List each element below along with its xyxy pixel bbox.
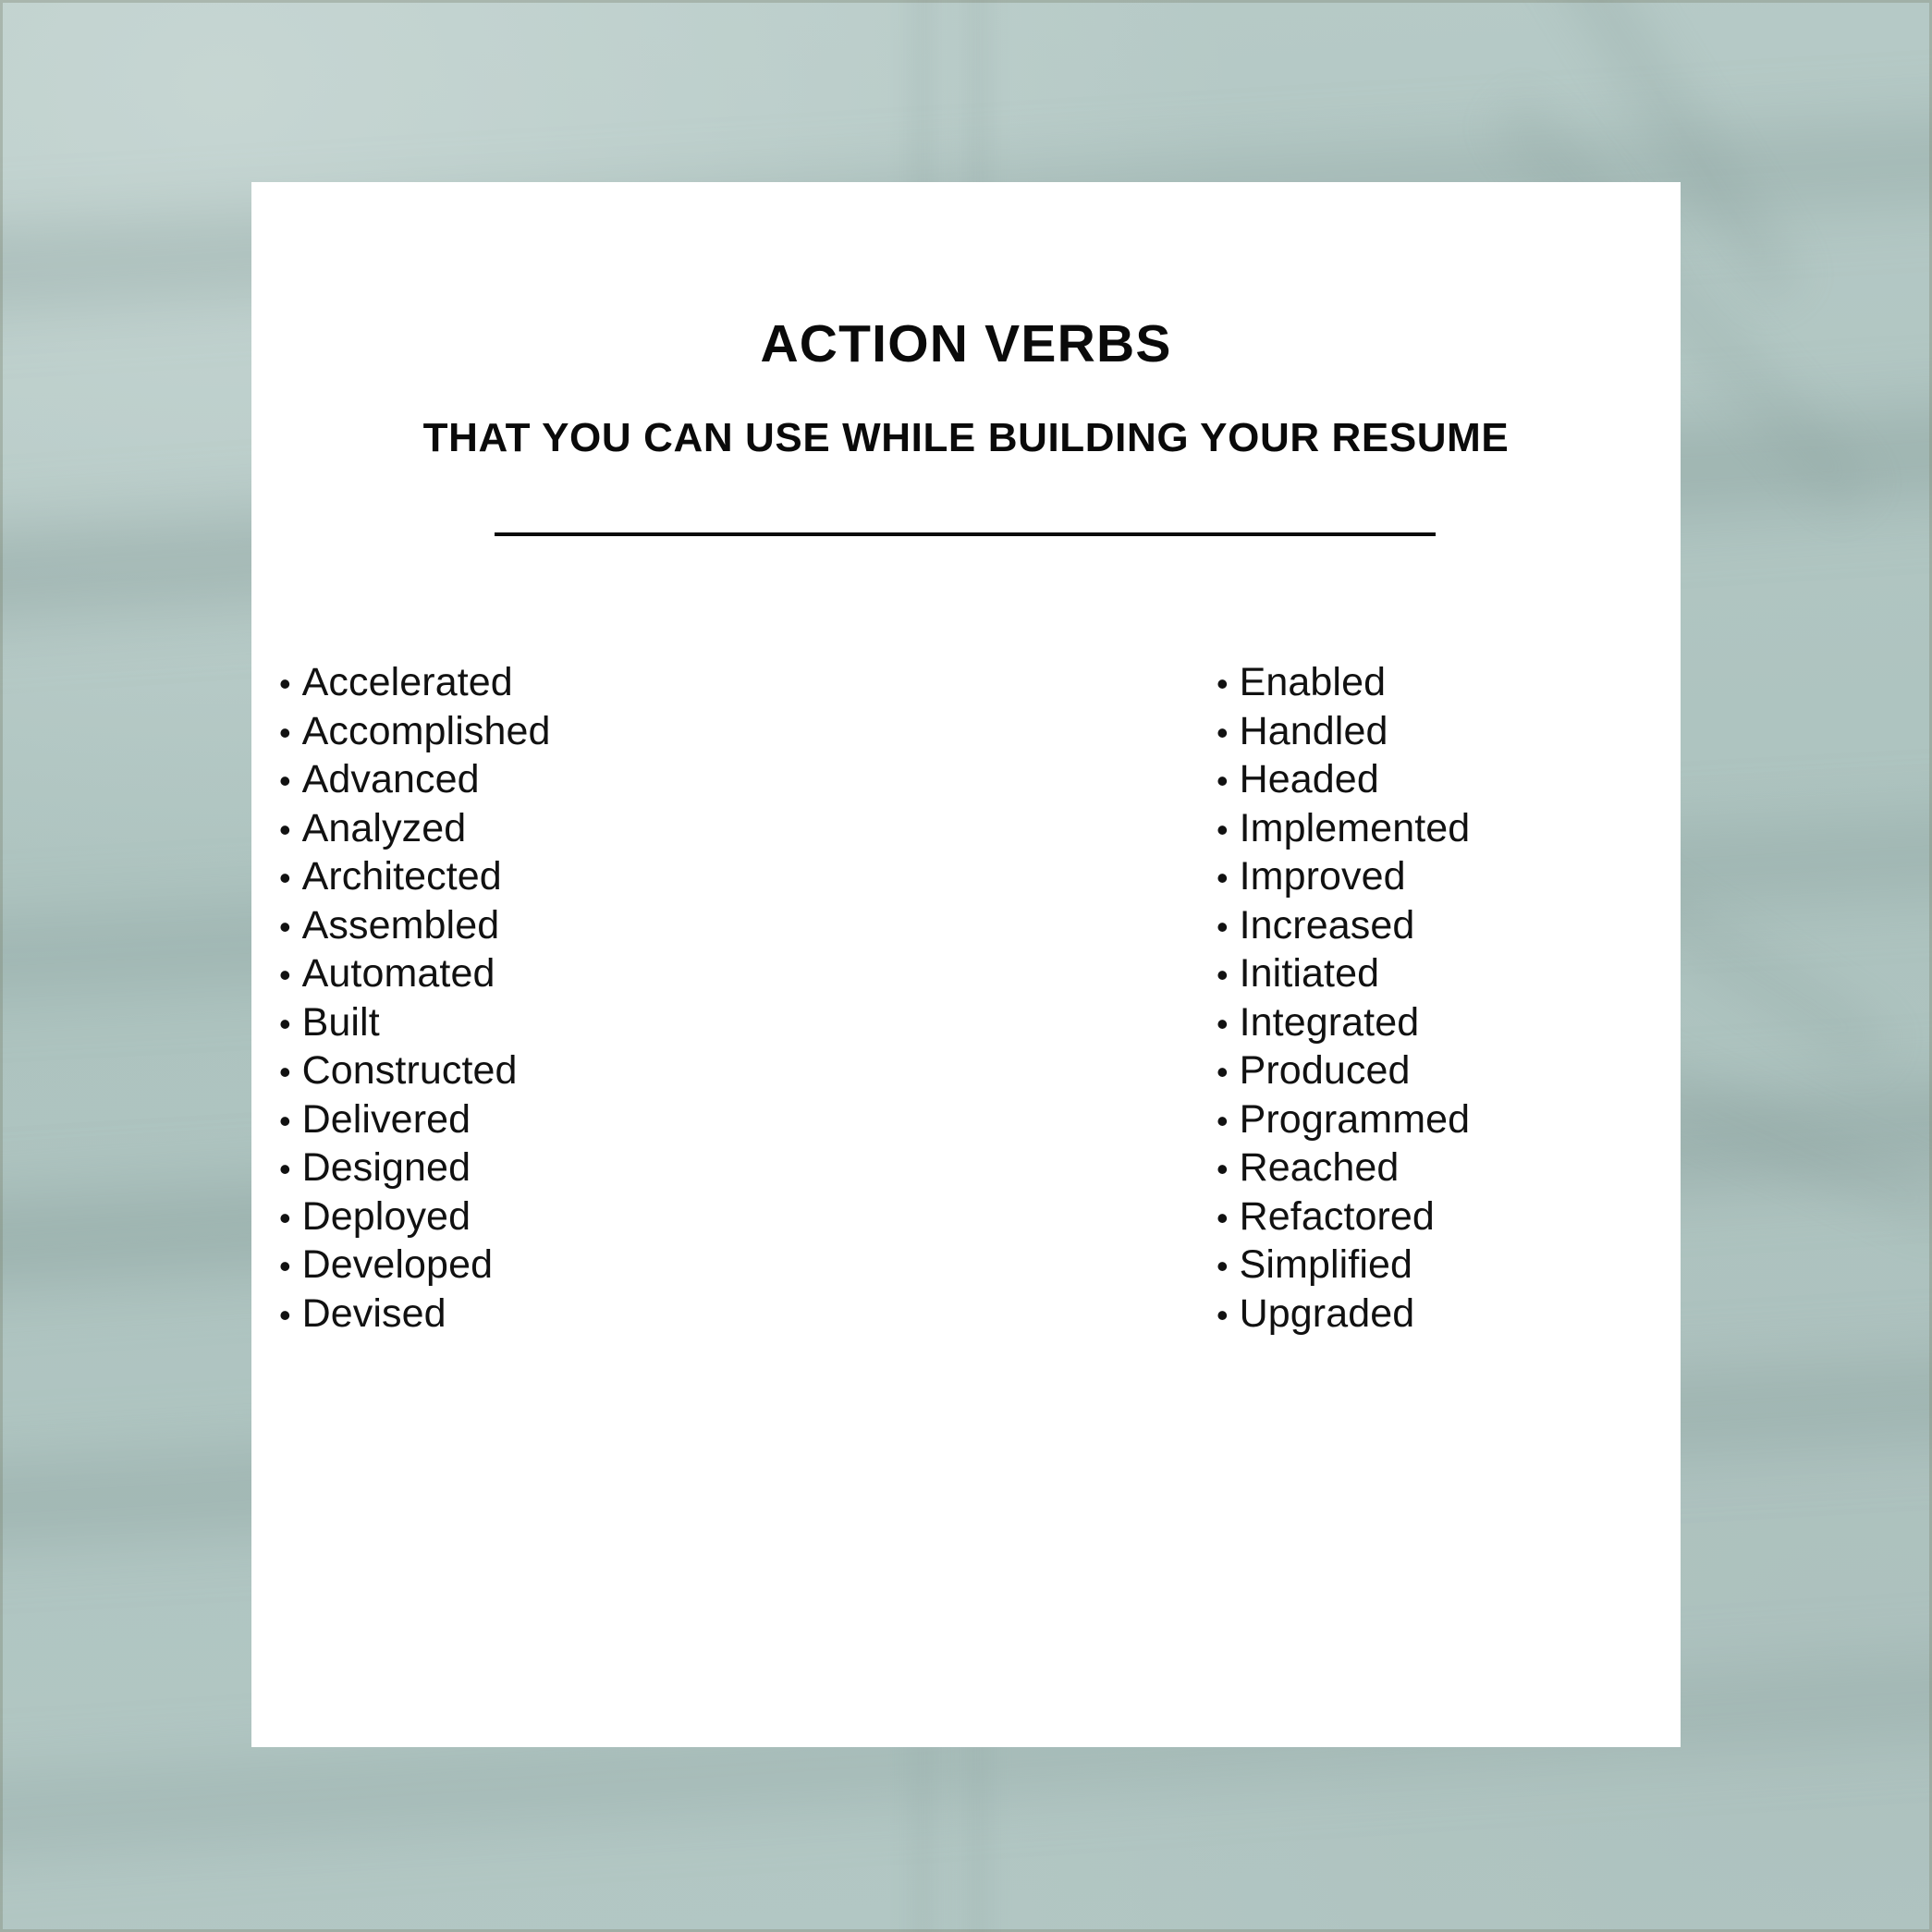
- verb-label: Simplified: [1239, 1242, 1413, 1287]
- verb-column-left: • Accelerated • Accomplished • Advanced • Analy…: [251, 659, 843, 1339]
- verb-label: Delivered: [301, 1096, 471, 1142]
- list-item: • Delivered: [279, 1096, 843, 1145]
- list-item: • Integrated: [1217, 999, 1435, 1048]
- verb-label: Automated: [301, 951, 495, 996]
- list-item: • Designed: [279, 1144, 843, 1193]
- list-item: • Headed: [1217, 756, 1435, 805]
- bullet-icon: •: [279, 859, 291, 897]
- bullet-icon: •: [279, 1053, 291, 1091]
- bullet-icon: •: [1217, 1101, 1229, 1140]
- verb-label: Devised: [301, 1290, 446, 1336]
- verb-label: Deployed: [301, 1193, 471, 1239]
- verb-label: Constructed: [301, 1048, 518, 1093]
- list-item: • Built: [279, 999, 843, 1048]
- bullet-icon: •: [1217, 1198, 1229, 1237]
- bullet-icon: •: [1217, 1150, 1229, 1188]
- verb-label: Programmed: [1239, 1096, 1471, 1142]
- verb-label: Implemented: [1239, 805, 1471, 850]
- list-item: • Assembled: [279, 902, 843, 951]
- list-item: • Refactored: [1217, 1193, 1435, 1242]
- list-item: • Programmed: [1217, 1096, 1470, 1145]
- verb-label: Assembled: [301, 902, 500, 948]
- bullet-icon: •: [279, 810, 291, 849]
- bullet-icon: •: [279, 1004, 291, 1043]
- bullet-icon: •: [279, 762, 291, 800]
- content-card: ACTION VERBS THAT YOU CAN USE WHILE BUIL…: [251, 182, 1681, 1747]
- bullet-icon: •: [1217, 713, 1229, 752]
- verb-label: Improved: [1239, 854, 1406, 899]
- list-item: • Initiated: [1217, 950, 1435, 999]
- list-item: • Developed: [279, 1241, 843, 1290]
- verb-label: Upgraded: [1239, 1290, 1415, 1336]
- verb-label: Produced: [1239, 1048, 1411, 1093]
- list-item: • Improved: [1217, 853, 1435, 902]
- verb-label: Accelerated: [301, 660, 513, 704]
- verb-list-right: • Enabled • Handled • Headed • Implemented • Impr…: [1217, 659, 1470, 1339]
- list-item: • Advanced: [279, 756, 843, 805]
- verb-label: Increased: [1239, 902, 1415, 948]
- verb-label: Advanced: [301, 757, 480, 801]
- list-item: • Simplified: [1217, 1241, 1435, 1290]
- verb-label: Designed: [301, 1145, 471, 1190]
- card-inner: ACTION VERBS THAT YOU CAN USE WHILE BUIL…: [251, 182, 1681, 1747]
- bullet-icon: •: [1217, 1053, 1229, 1091]
- list-item: • Architected: [279, 853, 843, 902]
- bullet-icon: •: [1217, 810, 1229, 849]
- list-item: • Enabled: [1217, 659, 1435, 708]
- list-item: • Accomplished: [279, 708, 843, 757]
- list-item: • Implemented: [1217, 805, 1470, 854]
- bullet-icon: •: [1217, 1295, 1229, 1334]
- verb-label: Initiated: [1239, 951, 1380, 996]
- bullet-icon: •: [279, 665, 291, 703]
- verb-label: Reached: [1239, 1145, 1400, 1190]
- verb-label: Analyzed: [301, 805, 467, 850]
- bullet-icon: •: [279, 1101, 291, 1140]
- list-item: • Automated: [279, 950, 843, 999]
- list-item: • Produced: [1217, 1047, 1435, 1096]
- list-item: • Analyzed: [279, 805, 843, 854]
- bullet-icon: •: [279, 1198, 291, 1237]
- list-item: • Upgraded: [1217, 1290, 1435, 1339]
- bullet-icon: •: [1217, 907, 1229, 946]
- list-item: • Constructed: [279, 1047, 843, 1096]
- bullet-icon: •: [1217, 665, 1229, 703]
- list-item: • Deployed: [279, 1193, 843, 1242]
- verb-label: Headed: [1239, 757, 1379, 801]
- header-divider: [495, 532, 1436, 536]
- bullet-icon: •: [1217, 1004, 1229, 1043]
- bullet-icon: •: [1217, 859, 1229, 897]
- verb-label: Accomplished: [301, 708, 551, 753]
- verb-label: Developed: [301, 1242, 494, 1287]
- list-item: • Devised: [279, 1290, 843, 1339]
- verb-list-left: • Accelerated • Accomplished • Advanced • Analy…: [279, 659, 843, 1339]
- list-item: • Reached: [1217, 1144, 1435, 1193]
- bullet-icon: •: [279, 907, 291, 946]
- list-item: • Accelerated: [279, 659, 843, 708]
- verb-label: Enabled: [1239, 660, 1387, 704]
- bullet-icon: •: [279, 1295, 291, 1334]
- bullet-icon: •: [1217, 1247, 1229, 1285]
- bullet-icon: •: [1217, 956, 1229, 994]
- verb-label: Integrated: [1239, 999, 1420, 1045]
- bullet-icon: •: [1217, 762, 1229, 800]
- verb-label: Handled: [1239, 708, 1388, 753]
- verb-columns: • Accelerated • Accomplished • Advanced • Analy…: [251, 659, 1681, 1339]
- bullet-icon: •: [279, 956, 291, 994]
- bullet-icon: •: [279, 1150, 291, 1188]
- page-title: ACTION VERBS: [760, 314, 1172, 373]
- bullet-icon: •: [279, 1247, 291, 1285]
- list-item: • Handled: [1217, 708, 1435, 757]
- verb-column-right: • Enabled • Handled • Headed • Implemented • Impr…: [843, 659, 1470, 1339]
- page-subtitle: THAT YOU CAN USE WHILE BUILDING YOUR RES…: [422, 415, 1510, 460]
- list-item: • Increased: [1217, 902, 1435, 951]
- verb-label: Refactored: [1239, 1193, 1435, 1239]
- bullet-icon: •: [279, 713, 291, 752]
- verb-label: Built: [301, 999, 380, 1045]
- verb-label: Architected: [301, 854, 502, 899]
